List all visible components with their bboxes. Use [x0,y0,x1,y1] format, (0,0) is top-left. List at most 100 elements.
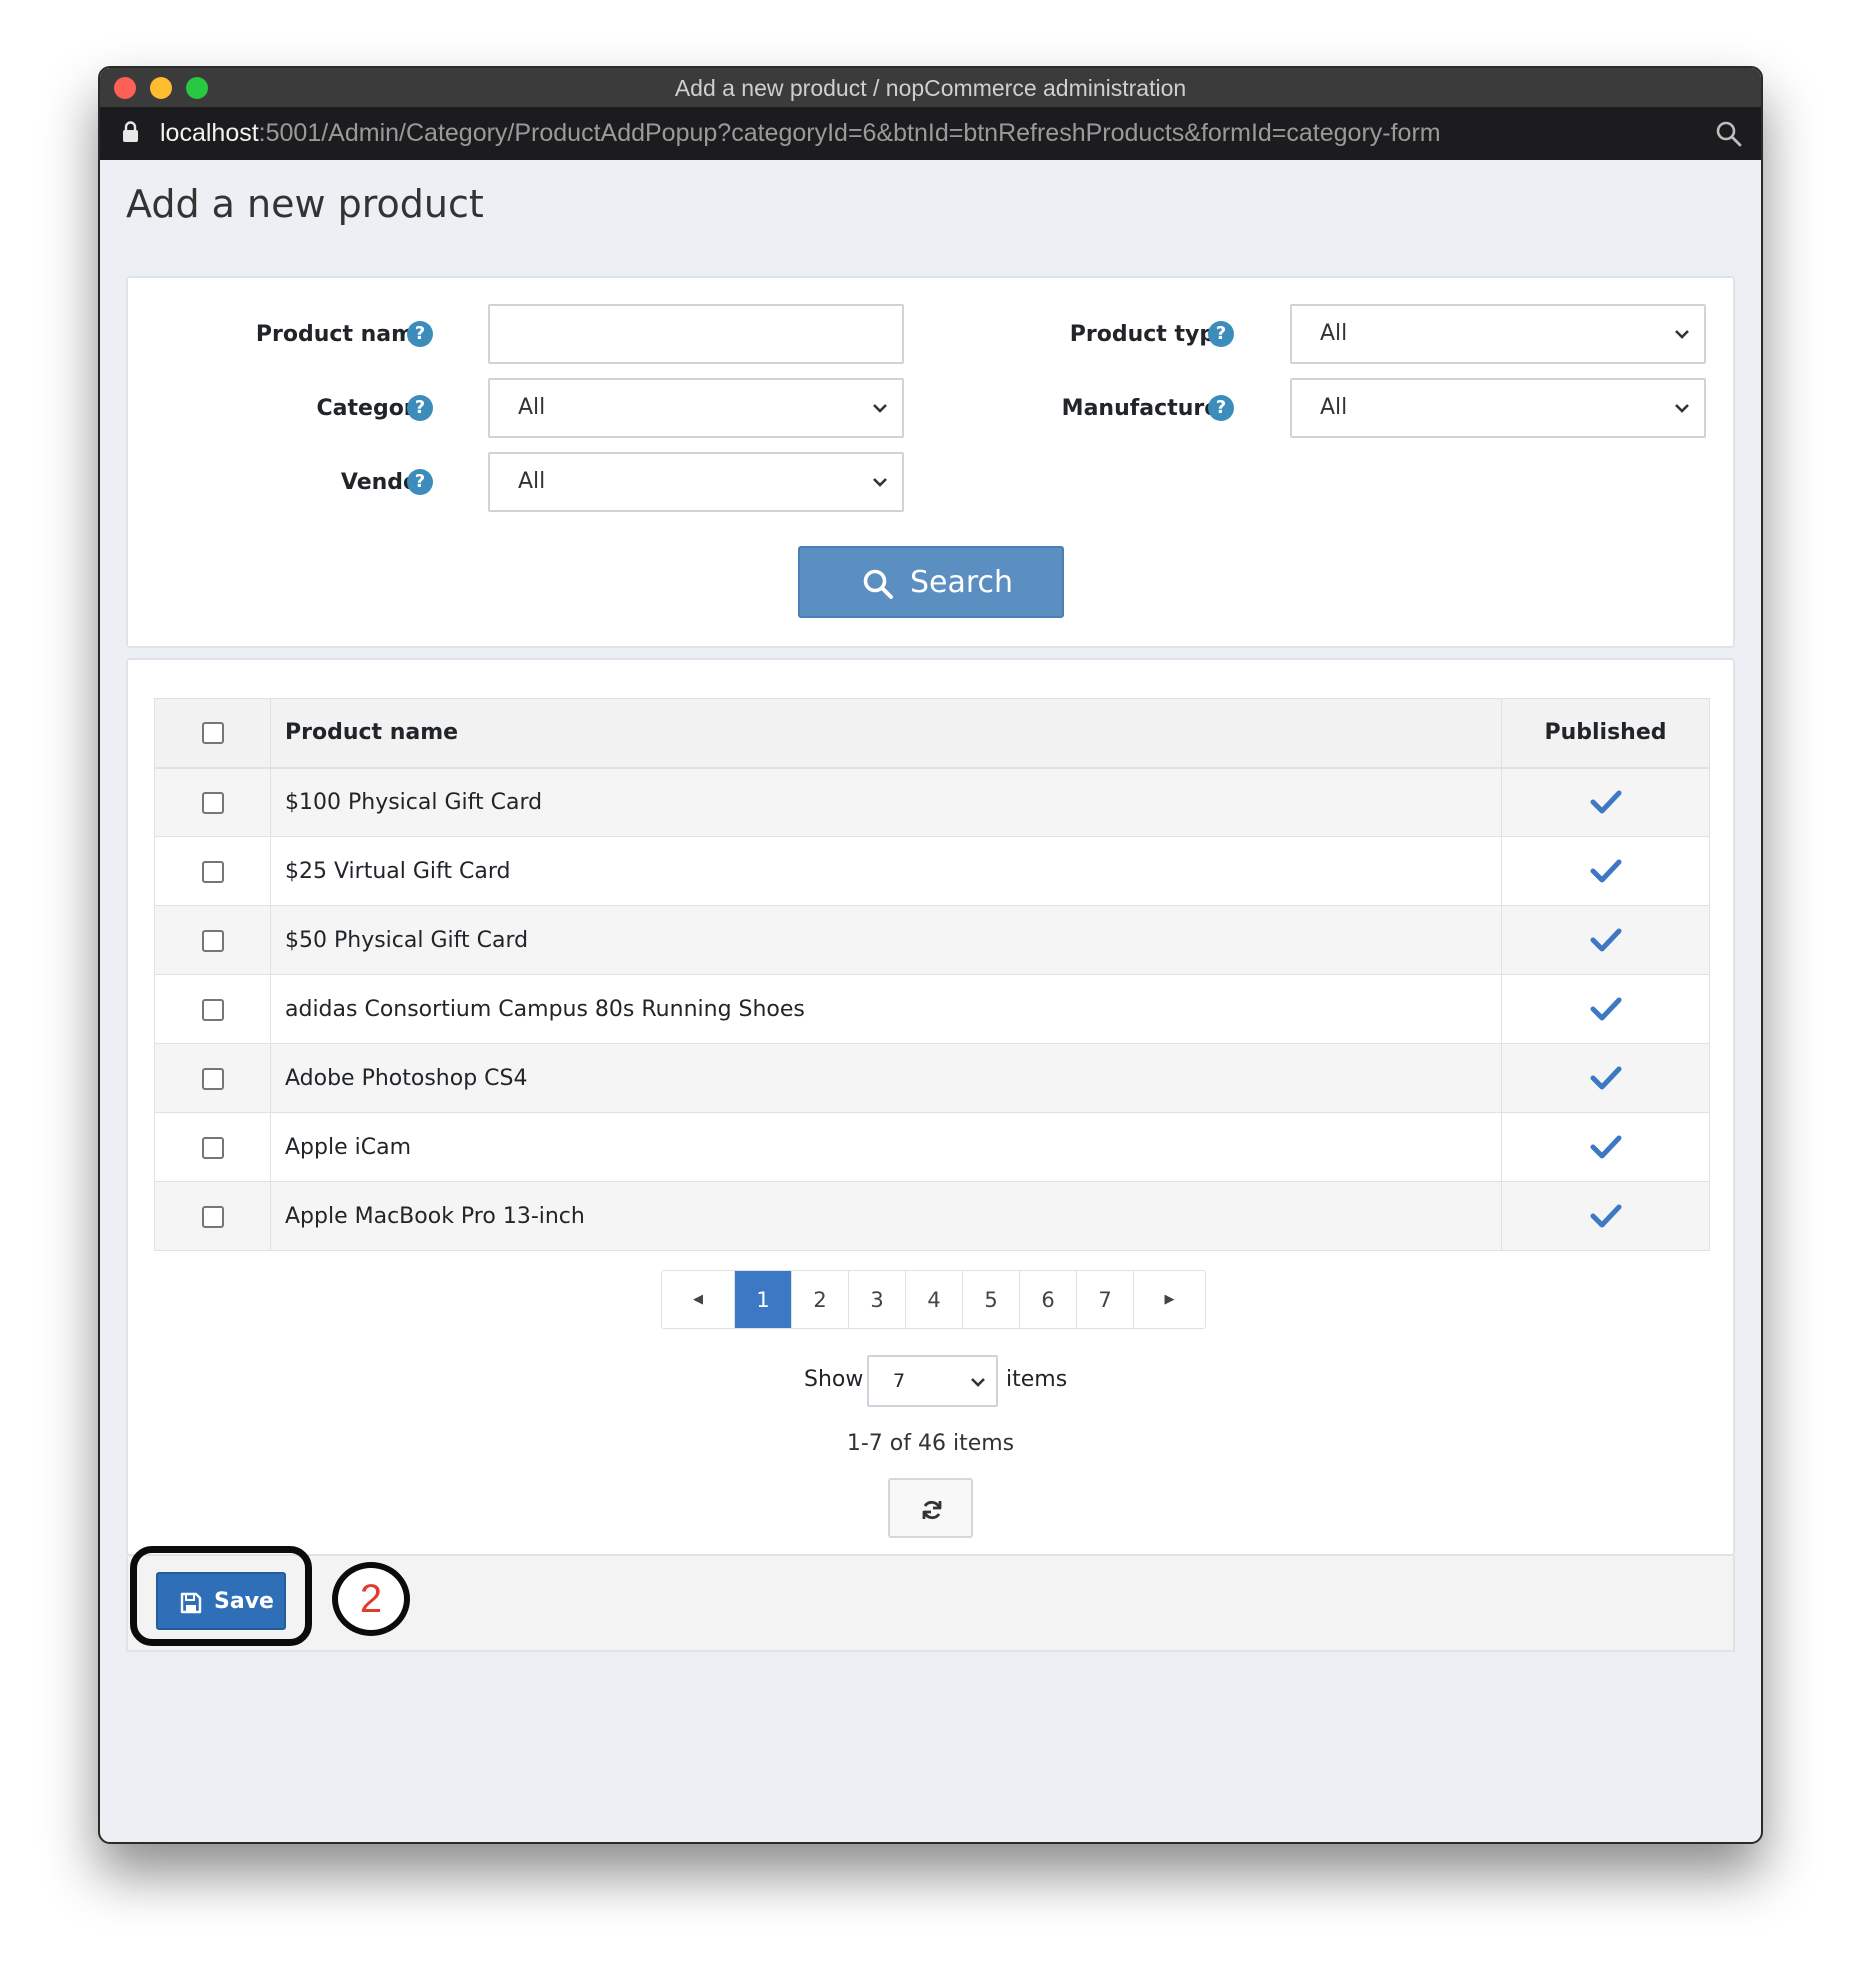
published-cell [1501,836,1710,906]
search-panel: Product name ? Category ? All Vendor ? A… [126,276,1735,648]
product-name-input[interactable] [488,304,904,364]
url-host: localhost [160,119,259,147]
vendor-value: All [518,469,546,494]
chevron-down-icon [1675,330,1689,339]
row-select-cell [154,1043,271,1113]
check-icon [1590,1066,1621,1090]
row-select-cell [154,836,271,906]
search-button-label: Search [910,565,1014,600]
question-circle-icon[interactable]: ? [407,395,433,421]
check-icon [1590,997,1621,1021]
product-name-cell: Apple iCam [270,1112,1502,1182]
chevron-down-icon [971,1378,985,1387]
column-header-published[interactable]: Published [1501,698,1710,769]
product-type-value: All [1320,321,1348,346]
product-name-cell: $50 Physical Gift Card [270,905,1502,975]
column-header-product-name[interactable]: Product name [270,698,1502,769]
product-name-cell: Adobe Photoshop CS4 [270,1043,1502,1113]
manufacturer-select[interactable]: All [1290,378,1706,438]
row-checkbox[interactable] [201,998,224,1021]
product-name-label: Product name [255,322,429,347]
table-row: Apple iCam [154,1112,1710,1182]
product-name-cell: $100 Physical Gift Card [270,767,1502,837]
select-all-cell [154,698,271,769]
product-name-cell: adidas Consortium Campus 80s Running Sho… [270,974,1502,1044]
pager-page-6[interactable]: 6 [1019,1271,1076,1328]
pager-page-1[interactable]: 1 [734,1271,791,1328]
page-size-select[interactable]: 7 [867,1355,998,1407]
check-icon [1590,1204,1621,1228]
lock-icon [123,121,138,142]
check-icon [1590,928,1621,952]
chevron-down-icon [1675,404,1689,413]
search-icon [863,569,893,599]
row-checkbox[interactable] [201,929,224,952]
check-icon [1590,1135,1621,1159]
category-value: All [518,395,546,420]
title-bar: Add a new product / nopCommerce administ… [100,68,1761,108]
refresh-icon [922,1500,942,1520]
published-cell [1501,1112,1710,1182]
footer-bar: Save 2 [126,1546,1735,1652]
browser-window: Add a new product / nopCommerce administ… [98,66,1763,1844]
pager-page-7[interactable]: 7 [1076,1271,1133,1328]
published-cell [1501,974,1710,1044]
row-select-cell [154,974,271,1044]
table-row: adidas Consortium Campus 80s Running Sho… [154,974,1710,1044]
step-number-annotation: 2 [332,1562,410,1636]
row-checkbox[interactable] [201,1205,224,1228]
manufacturer-label: Manufacturer [1061,396,1230,421]
check-icon [1590,859,1621,883]
pager-prev-button[interactable]: ◀ [662,1271,734,1328]
items-range-text: 1-7 of 46 items [846,1431,1015,1456]
url-text[interactable]: localhost:5001/Admin/Category/ProductAdd… [160,119,1441,148]
pager-page-5[interactable]: 5 [962,1271,1019,1328]
floppy-disk-icon [180,1592,202,1614]
row-checkbox[interactable] [201,791,224,814]
question-circle-icon[interactable]: ? [407,321,433,347]
page-size-row: Show 7 items [128,1355,1733,1407]
chevron-down-icon [873,404,887,413]
row-select-cell [154,1112,271,1182]
published-cell [1501,767,1710,837]
magnifier-icon[interactable] [1715,120,1743,148]
product-name-cell: $25 Virtual Gift Card [270,836,1502,906]
products-table: Product name Published $100 Physical Gif… [154,698,1710,1251]
pager-page-3[interactable]: 3 [848,1271,905,1328]
products-grid-panel: Product name Published $100 Physical Gif… [126,658,1735,1556]
vendor-select[interactable]: All [488,452,904,512]
show-label: Show [804,1367,864,1392]
product-type-label: Product type [1069,322,1230,347]
table-row: Adobe Photoshop CS4 [154,1043,1710,1113]
table-row: $50 Physical Gift Card [154,905,1710,975]
published-cell [1501,905,1710,975]
products-table-body: $100 Physical Gift Card $25 Virtual Gift … [154,767,1710,1251]
check-icon [1590,790,1621,814]
pager-next-button[interactable]: ▶ [1133,1271,1205,1328]
search-button[interactable]: Search [798,546,1064,618]
address-bar[interactable]: localhost:5001/Admin/Category/ProductAdd… [100,108,1761,160]
category-select[interactable]: All [488,378,904,438]
table-header-row: Product name Published [154,698,1710,769]
pager-page-2[interactable]: 2 [791,1271,848,1328]
question-circle-icon[interactable]: ? [1208,321,1234,347]
chevron-down-icon [873,478,887,487]
window-title: Add a new product / nopCommerce administ… [674,75,1187,101]
row-checkbox[interactable] [201,860,224,883]
manufacturer-value: All [1320,395,1348,420]
pager-page-4[interactable]: 4 [905,1271,962,1328]
published-cell [1501,1181,1710,1251]
refresh-button[interactable] [888,1478,973,1538]
save-button[interactable]: Save [156,1572,286,1630]
row-checkbox[interactable] [201,1136,224,1159]
select-all-checkbox[interactable] [201,722,224,745]
product-type-select[interactable]: All [1290,304,1706,364]
row-checkbox[interactable] [201,1067,224,1090]
question-circle-icon[interactable]: ? [1208,395,1234,421]
row-select-cell [154,767,271,837]
items-label: items [1006,1367,1068,1392]
question-circle-icon[interactable]: ? [407,469,433,495]
save-button-label: Save [214,1589,274,1614]
table-row: $100 Physical Gift Card [154,767,1710,837]
product-name-cell: Apple MacBook Pro 13-inch [270,1181,1502,1251]
